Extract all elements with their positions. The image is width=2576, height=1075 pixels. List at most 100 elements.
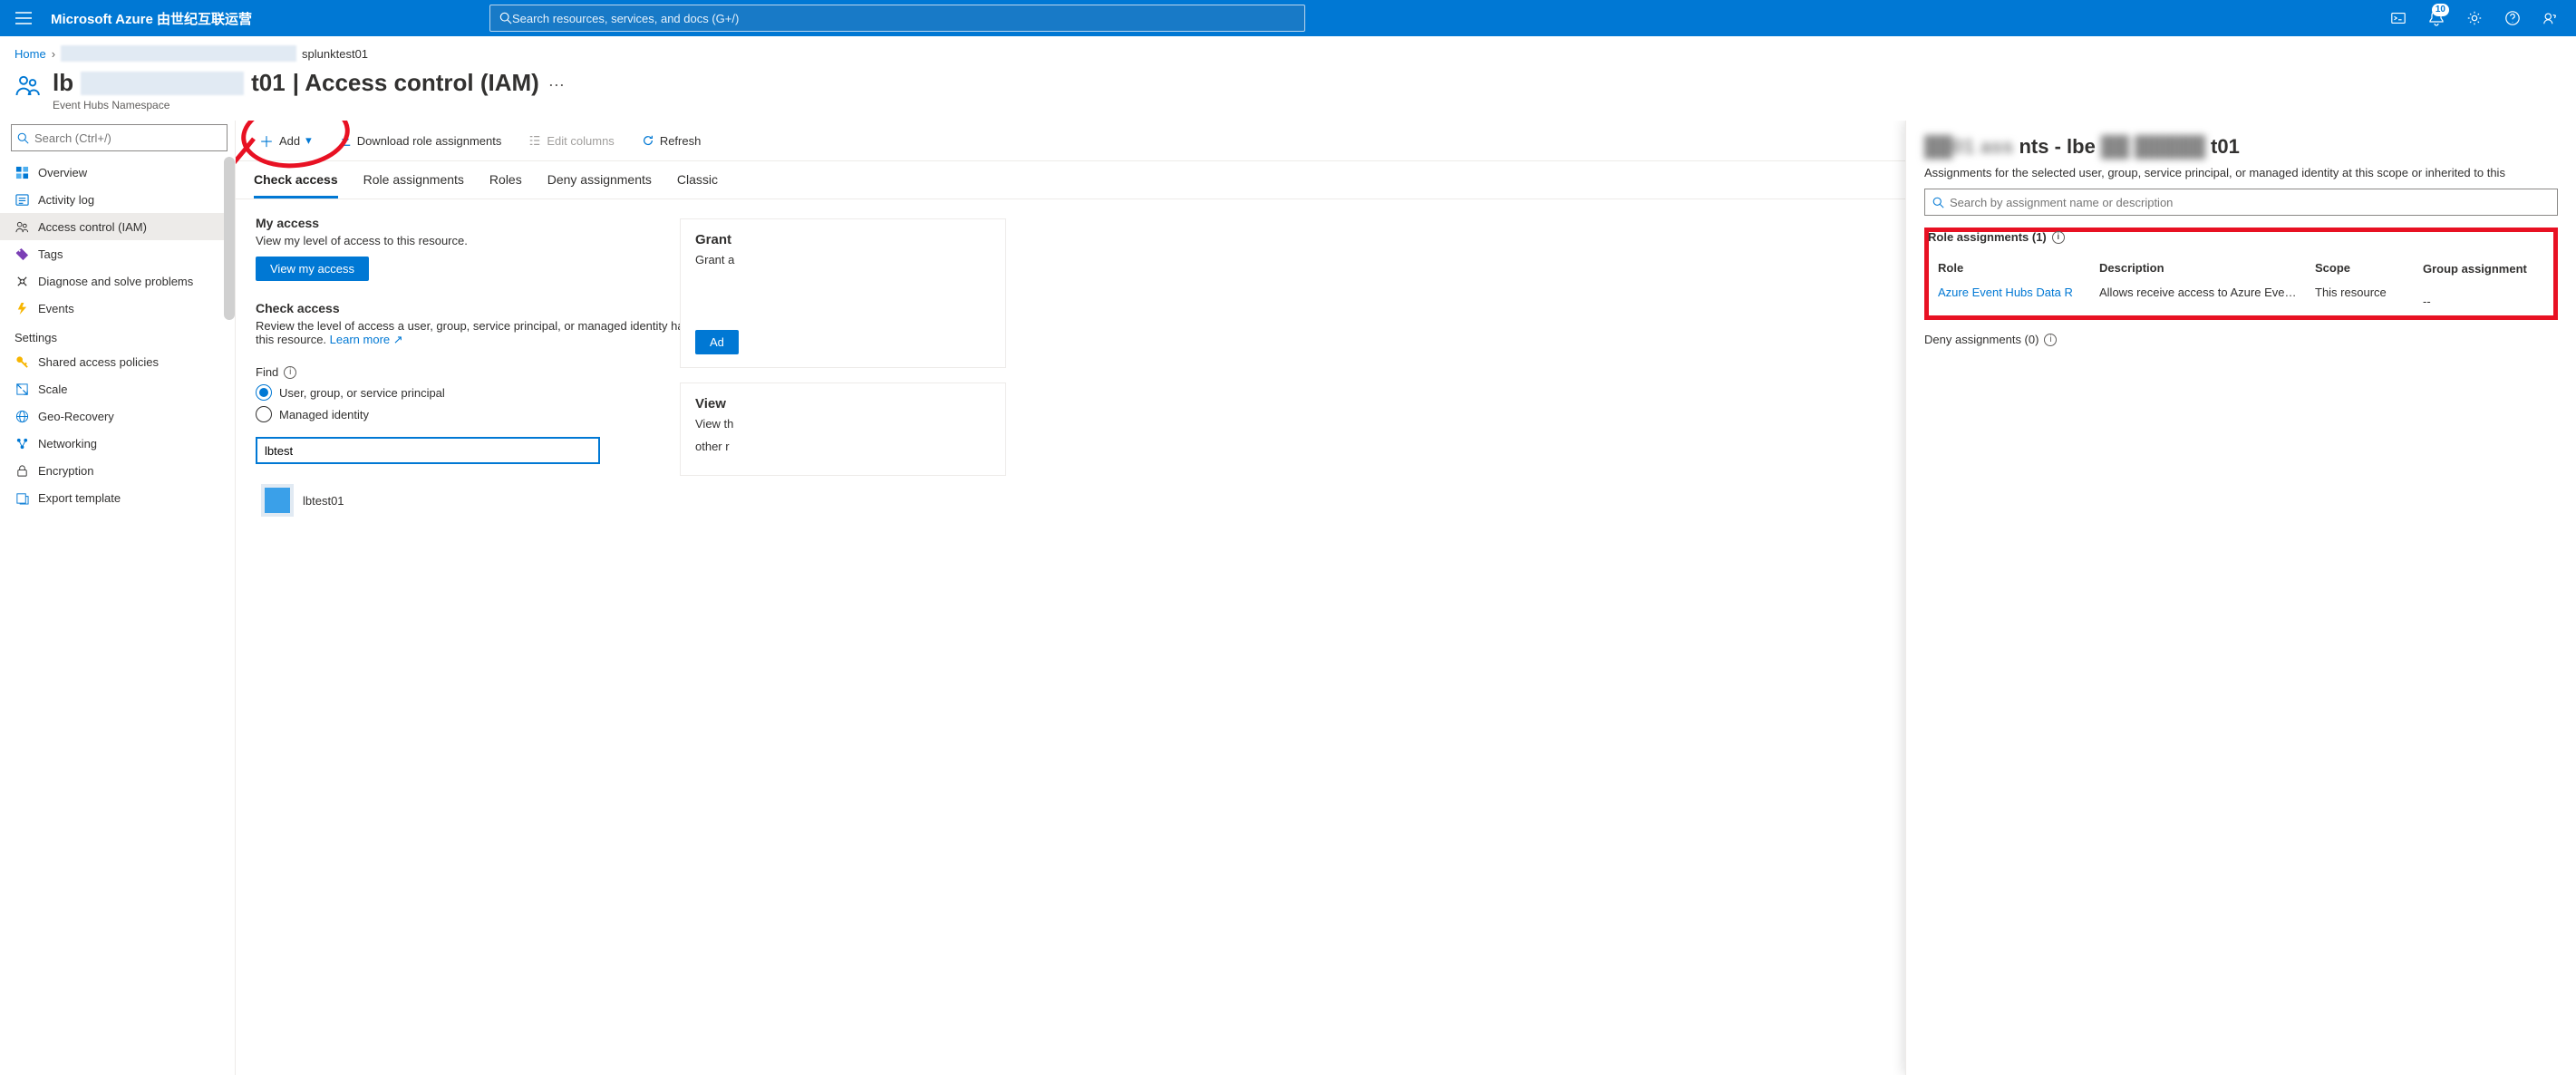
sidebar-search-input[interactable] (34, 131, 221, 145)
sidebar-list: Overview Activity log Access control (IA… (0, 159, 235, 1075)
sidebar-item-networking[interactable]: Networking (0, 430, 235, 457)
flyout-subtitle: Assignments for the selected user, group… (1924, 166, 2558, 179)
people-icon (15, 69, 42, 100)
page-title-redacted (81, 72, 244, 95)
breadcrumb-redacted (61, 45, 296, 62)
breadcrumb: Home › splunktest01 (0, 36, 2576, 65)
sidebar-item-label: Geo-Recovery (38, 410, 114, 423)
sidebar-scrollbar[interactable] (224, 157, 235, 320)
external-link-icon: ↗ (393, 333, 403, 346)
more-menu-icon[interactable]: ⋯ (548, 71, 565, 95)
scale-icon (15, 382, 29, 396)
notifications-icon[interactable]: 10 (2418, 0, 2455, 36)
tab-deny-assignments[interactable]: Deny assignments (547, 172, 652, 199)
col-role: Role (1938, 261, 2092, 275)
role-link[interactable]: Azure Event Hubs Data R (1938, 286, 2092, 299)
sidebar-item-activity-log[interactable]: Activity log (0, 186, 235, 213)
sidebar-item-scale[interactable]: Scale (0, 375, 235, 402)
sidebar: Overview Activity log Access control (IA… (0, 121, 236, 1075)
add-button[interactable]: ＋ Add ▾ (254, 126, 317, 155)
cloud-shell-icon[interactable] (2380, 0, 2416, 36)
search-result-label: lbtest01 (303, 494, 344, 508)
flyout-title: ██01 ass nts - lbe ██ █████ t01 (1924, 135, 2558, 159)
search-icon (17, 132, 29, 144)
chevron-down-icon: ▾ (305, 133, 312, 148)
find-input[interactable] (256, 437, 600, 464)
sidebar-item-diagnose[interactable]: Diagnose and solve problems (0, 267, 235, 295)
settings-gear-icon[interactable] (2456, 0, 2493, 36)
row-group-assignment: -- (2423, 295, 2431, 308)
key-icon (15, 354, 29, 369)
info-icon[interactable]: i (2044, 334, 2057, 346)
sidebar-item-label: Events (38, 302, 74, 315)
grant-sub: Grant a (695, 253, 991, 266)
find-label: Find (256, 365, 278, 379)
brand-label[interactable]: Microsoft Azure 由世纪互联运营 (51, 9, 252, 28)
lock-icon (15, 463, 29, 478)
info-icon[interactable]: i (2052, 231, 2065, 244)
download-icon (339, 134, 352, 147)
sidebar-item-access-control[interactable]: Access control (IAM) (0, 213, 235, 240)
chevron-right-icon: › (52, 47, 55, 61)
people-icon (15, 219, 29, 234)
globe-icon (15, 409, 29, 423)
sidebar-item-tags[interactable]: Tags (0, 240, 235, 267)
global-search[interactable] (489, 5, 1305, 32)
sidebar-item-label: Encryption (38, 464, 93, 478)
feedback-icon[interactable] (2532, 0, 2569, 36)
check-access-body: My access View my level of access to thi… (236, 199, 743, 538)
info-icon[interactable]: i (284, 366, 296, 379)
sidebar-item-shared-access-policies[interactable]: Shared access policies (0, 348, 235, 375)
edit-columns-button[interactable]: Edit columns (523, 131, 619, 151)
col-group-assignment: Group assignment (2423, 262, 2527, 276)
assignments-table-row[interactable]: Azure Event Hubs Data R Allows receive a… (1934, 280, 2548, 305)
search-result-item[interactable]: lbtest01 (256, 479, 600, 522)
help-icon[interactable] (2494, 0, 2531, 36)
sidebar-item-events[interactable]: Events (0, 295, 235, 322)
right-cards: Grant Grant a Ad View View th other r (680, 218, 1006, 490)
assignments-flyout: ██01 ass nts - lbe ██ █████ t01 Assignme… (1905, 121, 2576, 1075)
activity-log-icon (15, 192, 29, 207)
tab-check-access[interactable]: Check access (254, 172, 338, 199)
radio-icon (256, 384, 272, 401)
sidebar-item-label: Tags (38, 247, 63, 261)
download-role-assignments-button[interactable]: Download role assignments (334, 131, 508, 151)
sidebar-item-geo-recovery[interactable]: Geo-Recovery (0, 402, 235, 430)
sidebar-item-label: Networking (38, 437, 97, 450)
breadcrumb-home[interactable]: Home (15, 47, 46, 61)
radio-user-group[interactable]: User, group, or service principal (256, 384, 723, 401)
sidebar-item-encryption[interactable]: Encryption (0, 457, 235, 484)
tab-classic[interactable]: Classic (677, 172, 718, 199)
global-search-input[interactable] (512, 12, 1295, 25)
sidebar-item-label: Overview (38, 166, 87, 179)
sidebar-item-label: Diagnose and solve problems (38, 275, 193, 288)
page-header: lb t01 | Access control (IAM) ⋯ Event Hu… (0, 65, 2576, 121)
sidebar-item-label: Export template (38, 491, 121, 505)
flyout-search-input[interactable] (1950, 196, 2550, 209)
my-access-title: My access (256, 216, 723, 230)
grant-title: Grant (695, 232, 991, 247)
tab-roles[interactable]: Roles (489, 172, 522, 199)
refresh-button[interactable]: Refresh (636, 131, 707, 151)
view-sub2: other r (695, 440, 991, 453)
view-my-access-button[interactable]: View my access (256, 257, 369, 281)
sidebar-search[interactable] (11, 124, 228, 151)
sidebar-item-overview[interactable]: Overview (0, 159, 235, 186)
row-scope: This resource (2315, 286, 2415, 299)
add-role-button[interactable]: Ad (695, 330, 739, 354)
flyout-search[interactable] (1924, 189, 2558, 216)
sidebar-group-settings: Settings (0, 322, 235, 348)
content-row: Overview Activity log Access control (IA… (0, 121, 2576, 1075)
page-subtitle: Event Hubs Namespace (53, 97, 565, 111)
sidebar-item-export-template[interactable]: Export template (0, 484, 235, 511)
hamburger-menu-icon[interactable] (7, 2, 40, 34)
plus-icon: ＋ (259, 130, 274, 151)
grant-card: Grant Grant a Ad (680, 218, 1006, 368)
sidebar-item-label: Scale (38, 383, 68, 396)
page-title: lb t01 | Access control (IAM) (53, 69, 539, 97)
tab-role-assignments[interactable]: Role assignments (363, 172, 464, 199)
radio-managed-identity[interactable]: Managed identity (256, 406, 723, 422)
learn-more-link[interactable]: Learn more ↗ (330, 333, 403, 346)
col-scope: Scope (2315, 261, 2415, 275)
sidebar-item-label: Activity log (38, 193, 94, 207)
